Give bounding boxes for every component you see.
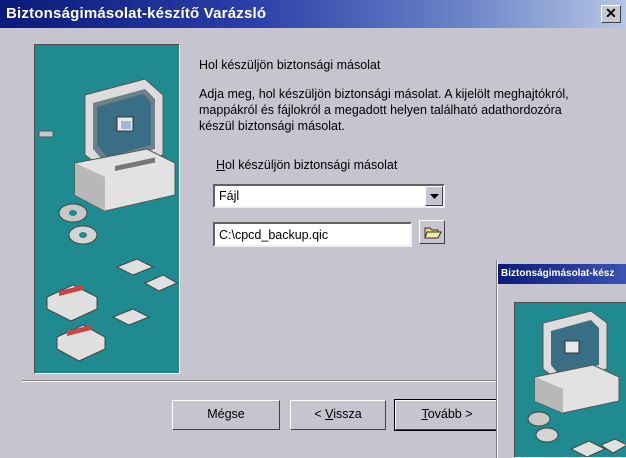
destination-label-rest: ol készüljön biztonsági másolat xyxy=(225,158,398,172)
browse-button[interactable] xyxy=(419,220,445,244)
back-prefix: < xyxy=(314,407,326,421)
destination-label-mnemonic: H xyxy=(216,158,226,172)
page-heading: Hol készüljön biztonsági másolat xyxy=(199,58,381,72)
computer-illustration-icon xyxy=(35,45,179,373)
computer-illustration-icon xyxy=(515,303,626,457)
chevron-down-icon xyxy=(430,194,439,199)
destination-path-value: C:\cpcd_backup.qic xyxy=(219,228,329,242)
destination-type-value: Fájl xyxy=(219,189,240,203)
dropdown-button[interactable] xyxy=(425,186,443,206)
second-wizard-window[interactable]: Biztonságimásolat-kész xyxy=(497,260,626,458)
second-title-bar[interactable]: Biztonságimásolat-kész xyxy=(498,264,626,284)
second-wizard-illustration xyxy=(514,302,626,458)
destination-path-input[interactable]: C:\cpcd_backup.qic xyxy=(213,222,412,247)
wizard-window: Biztonságimásolat-készítő Varázsló ✕ Hol… xyxy=(0,0,626,458)
close-button[interactable]: ✕ xyxy=(601,5,621,23)
title-bar[interactable]: Biztonságimásolat-készítő Varázsló ✕ xyxy=(0,0,626,28)
close-icon: ✕ xyxy=(605,5,617,21)
destination-label: Hol készüljön biztonsági másolat xyxy=(216,158,397,172)
back-button[interactable]: < Vissza xyxy=(290,400,386,430)
folder-open-icon xyxy=(424,227,442,239)
window-title: Biztonságimásolat-készítő Varázsló xyxy=(6,5,267,22)
wizard-illustration xyxy=(34,44,180,374)
back-mnemonic: V xyxy=(325,407,334,421)
destination-type-select[interactable]: Fájl xyxy=(213,184,445,208)
cancel-button[interactable]: Mégse xyxy=(172,400,280,430)
back-rest: issza xyxy=(333,407,362,421)
second-window-title: Biztonságimásolat-kész xyxy=(501,268,615,279)
page-description: Adja meg, hol készüljön biztonsági másol… xyxy=(199,87,569,133)
next-rest: ovább > xyxy=(427,407,473,421)
next-button[interactable]: Tovább > xyxy=(394,399,500,431)
